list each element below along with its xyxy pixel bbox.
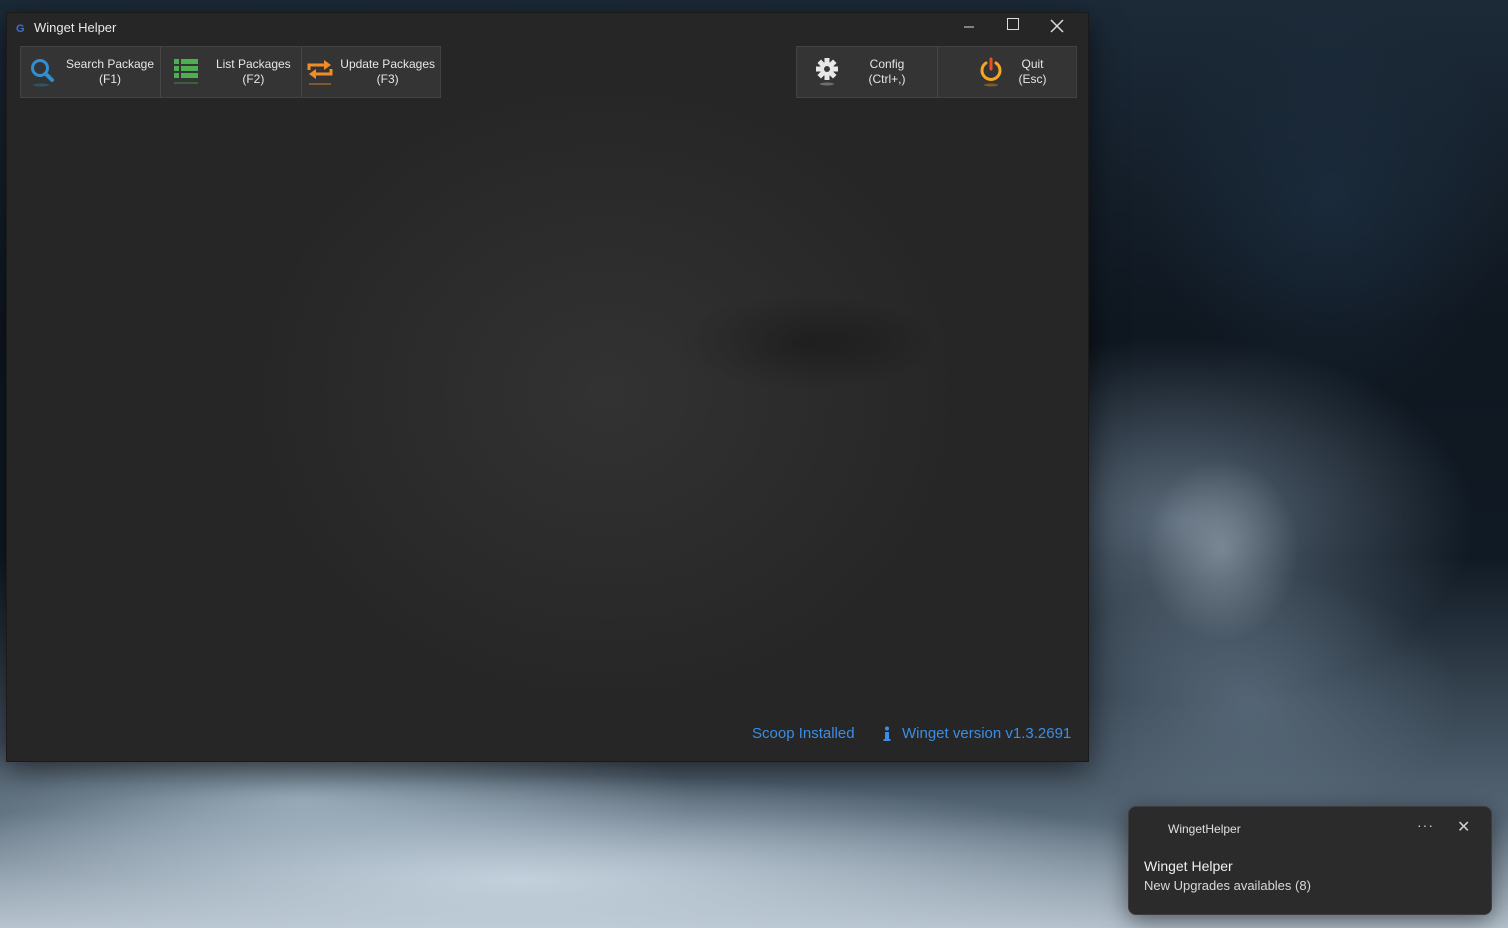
update-packages-shortcut: (F3) — [376, 72, 399, 86]
toast-title: Winget Helper — [1144, 858, 1233, 874]
gear-icon — [797, 47, 857, 97]
toast-notification[interactable]: WingetHelper ··· ✕ Winget Helper New Upg… — [1128, 806, 1492, 915]
list-packages-button[interactable]: List Packages (F2) — [161, 47, 302, 97]
search-icon — [21, 47, 63, 97]
update-packages-label: Update Packages — [340, 57, 436, 71]
toast-app-name: WingetHelper — [1168, 822, 1241, 836]
app-logo-icon: G — [16, 23, 25, 35]
maximize-icon — [1007, 18, 1019, 30]
winget-version-link[interactable]: Winget version v1.3.2691 — [882, 725, 1071, 742]
search-package-shortcut: (F1) — [99, 72, 121, 86]
minimize-icon — [964, 26, 974, 28]
wallpaper-detail — [1090, 420, 1310, 680]
close-button[interactable] — [1035, 13, 1079, 43]
title-bar[interactable]: G Winget Helper — [7, 13, 1088, 43]
info-icon — [883, 726, 891, 741]
close-icon — [1050, 19, 1064, 33]
config-button[interactable]: Config (Ctrl+,) — [797, 47, 938, 97]
settings-toolbar: Config (Ctrl+,) Quit (Esc) — [796, 46, 1077, 98]
search-package-button[interactable]: Search Package (F1) — [21, 47, 162, 97]
list-packages-label: List Packages — [215, 57, 291, 71]
toast-message: New Upgrades availables (8) — [1144, 878, 1311, 893]
list-packages-shortcut: (F2) — [242, 72, 265, 86]
winget-version-text: Winget version v1.3.2691 — [902, 725, 1072, 742]
toast-close-button[interactable]: ✕ — [1457, 817, 1470, 837]
minimize-button[interactable] — [947, 13, 991, 43]
list-icon — [161, 47, 211, 97]
quit-shortcut: (Esc) — [1018, 72, 1047, 86]
config-shortcut: (Ctrl+,) — [868, 72, 906, 86]
power-icon — [938, 47, 1018, 97]
app-window: G Winget Helper Search Package (F1) List… — [7, 13, 1088, 761]
search-package-label: Search Package — [65, 57, 155, 71]
maximize-button[interactable] — [991, 13, 1035, 43]
update-packages-button[interactable]: Update Packages (F3) — [302, 47, 440, 97]
toast-more-options-button[interactable]: ··· — [1417, 817, 1434, 833]
quit-button[interactable]: Quit (Esc) — [938, 47, 1077, 97]
scoop-status-link[interactable]: Scoop Installed — [752, 725, 855, 742]
quit-label: Quit — [1021, 57, 1044, 71]
main-toolbar: Search Package (F1) List Packages (F2) U… — [20, 46, 441, 98]
update-icon — [302, 47, 338, 97]
window-title: Winget Helper — [34, 20, 117, 35]
config-label: Config — [869, 57, 905, 71]
